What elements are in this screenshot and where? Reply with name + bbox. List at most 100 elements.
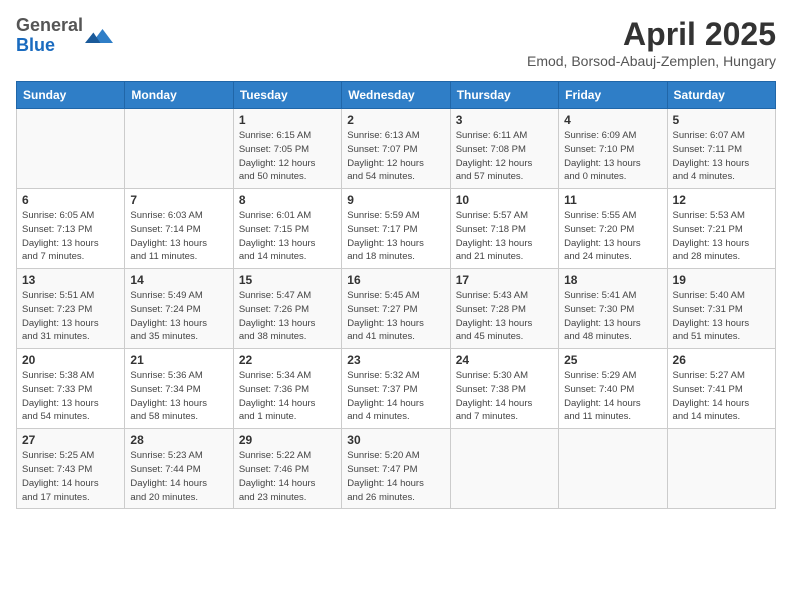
day-number: 8 bbox=[239, 193, 336, 207]
calendar-cell: 30 Sunrise: 5:20 AM Sunset: 7:47 PM Dayli… bbox=[342, 429, 450, 509]
title-block: April 2025 Emod, Borsod-Abauj-Zemplen, H… bbox=[527, 16, 776, 69]
day-info: Sunrise: 5:23 AM Sunset: 7:44 PM Dayligh… bbox=[130, 449, 227, 504]
header-wednesday: Wednesday bbox=[342, 82, 450, 109]
day-info: Sunrise: 5:30 AM Sunset: 7:38 PM Dayligh… bbox=[456, 369, 553, 424]
calendar-cell: 4 Sunrise: 6:09 AM Sunset: 7:10 PM Daylig… bbox=[559, 109, 667, 189]
header-monday: Monday bbox=[125, 82, 233, 109]
calendar-week-row: 1 Sunrise: 6:15 AM Sunset: 7:05 PM Daylig… bbox=[17, 109, 776, 189]
day-number: 6 bbox=[22, 193, 119, 207]
day-number: 26 bbox=[673, 353, 770, 367]
day-number: 30 bbox=[347, 433, 444, 447]
calendar-cell: 25 Sunrise: 5:29 AM Sunset: 7:40 PM Dayli… bbox=[559, 349, 667, 429]
day-info: Sunrise: 5:29 AM Sunset: 7:40 PM Dayligh… bbox=[564, 369, 661, 424]
calendar-cell bbox=[559, 429, 667, 509]
calendar-cell: 6Sunrise: 6:05 AM Sunset: 7:13 PM Daylig… bbox=[17, 189, 125, 269]
calendar-cell: 15Sunrise: 5:47 AM Sunset: 7:26 PM Dayli… bbox=[233, 269, 341, 349]
calendar-cell: 24 Sunrise: 5:30 AM Sunset: 7:38 PM Dayli… bbox=[450, 349, 558, 429]
day-info: Sunrise: 5:27 AM Sunset: 7:41 PM Dayligh… bbox=[673, 369, 770, 424]
day-info: Sunrise: 5:47 AM Sunset: 7:26 PM Dayligh… bbox=[239, 289, 336, 344]
calendar-week-row: 20 Sunrise: 5:38 AM Sunset: 7:33 PM Dayli… bbox=[17, 349, 776, 429]
day-info: Sunrise: 6:01 AM Sunset: 7:15 PM Dayligh… bbox=[239, 209, 336, 264]
day-info: Sunrise: 5:20 AM Sunset: 7:47 PM Dayligh… bbox=[347, 449, 444, 504]
calendar-cell: 7Sunrise: 6:03 AM Sunset: 7:14 PM Daylig… bbox=[125, 189, 233, 269]
logo-blue-text: Blue bbox=[16, 35, 55, 55]
logo: General Blue bbox=[16, 16, 113, 56]
calendar-cell: 29 Sunrise: 5:22 AM Sunset: 7:46 PM Dayli… bbox=[233, 429, 341, 509]
calendar-cell: 1 Sunrise: 6:15 AM Sunset: 7:05 PM Daylig… bbox=[233, 109, 341, 189]
calendar-cell: 10 Sunrise: 5:57 AM Sunset: 7:18 PM Dayli… bbox=[450, 189, 558, 269]
calendar-cell: 11Sunrise: 5:55 AM Sunset: 7:20 PM Dayli… bbox=[559, 189, 667, 269]
calendar-cell: 20 Sunrise: 5:38 AM Sunset: 7:33 PM Dayli… bbox=[17, 349, 125, 429]
calendar-cell: 3 Sunrise: 6:11 AM Sunset: 7:08 PM Daylig… bbox=[450, 109, 558, 189]
location-subtitle: Emod, Borsod-Abauj-Zemplen, Hungary bbox=[527, 53, 776, 69]
day-number: 21 bbox=[130, 353, 227, 367]
calendar-cell: 2 Sunrise: 6:13 AM Sunset: 7:07 PM Daylig… bbox=[342, 109, 450, 189]
day-info: Sunrise: 6:13 AM Sunset: 7:07 PM Dayligh… bbox=[347, 129, 444, 184]
day-number: 12 bbox=[673, 193, 770, 207]
calendar-cell: 18Sunrise: 5:41 AM Sunset: 7:30 PM Dayli… bbox=[559, 269, 667, 349]
day-info: Sunrise: 5:25 AM Sunset: 7:43 PM Dayligh… bbox=[22, 449, 119, 504]
day-info: Sunrise: 5:49 AM Sunset: 7:24 PM Dayligh… bbox=[130, 289, 227, 344]
day-number: 20 bbox=[22, 353, 119, 367]
calendar-cell: 8 Sunrise: 6:01 AM Sunset: 7:15 PM Daylig… bbox=[233, 189, 341, 269]
day-number: 19 bbox=[673, 273, 770, 287]
day-info: Sunrise: 5:57 AM Sunset: 7:18 PM Dayligh… bbox=[456, 209, 553, 264]
calendar-header-row: SundayMondayTuesdayWednesdayThursdayFrid… bbox=[17, 82, 776, 109]
logo-general-text: General bbox=[16, 15, 83, 35]
day-number: 2 bbox=[347, 113, 444, 127]
day-number: 13 bbox=[22, 273, 119, 287]
calendar-cell: 28 Sunrise: 5:23 AM Sunset: 7:44 PM Dayli… bbox=[125, 429, 233, 509]
day-number: 14 bbox=[130, 273, 227, 287]
day-number: 10 bbox=[456, 193, 553, 207]
day-number: 9 bbox=[347, 193, 444, 207]
day-info: Sunrise: 5:22 AM Sunset: 7:46 PM Dayligh… bbox=[239, 449, 336, 504]
calendar-cell: 14 Sunrise: 5:49 AM Sunset: 7:24 PM Dayli… bbox=[125, 269, 233, 349]
header-saturday: Saturday bbox=[667, 82, 775, 109]
day-info: Sunrise: 5:43 AM Sunset: 7:28 PM Dayligh… bbox=[456, 289, 553, 344]
day-info: Sunrise: 5:55 AM Sunset: 7:20 PM Dayligh… bbox=[564, 209, 661, 264]
day-info: Sunrise: 6:11 AM Sunset: 7:08 PM Dayligh… bbox=[456, 129, 553, 184]
day-number: 1 bbox=[239, 113, 336, 127]
calendar-cell: 21 Sunrise: 5:36 AM Sunset: 7:34 PM Dayli… bbox=[125, 349, 233, 429]
day-info: Sunrise: 5:36 AM Sunset: 7:34 PM Dayligh… bbox=[130, 369, 227, 424]
day-number: 3 bbox=[456, 113, 553, 127]
calendar-cell: 22 Sunrise: 5:34 AM Sunset: 7:36 PM Dayli… bbox=[233, 349, 341, 429]
day-number: 22 bbox=[239, 353, 336, 367]
day-number: 25 bbox=[564, 353, 661, 367]
calendar-cell: 17 Sunrise: 5:43 AM Sunset: 7:28 PM Dayli… bbox=[450, 269, 558, 349]
month-title: April 2025 bbox=[527, 16, 776, 53]
calendar-cell: 13Sunrise: 5:51 AM Sunset: 7:23 PM Dayli… bbox=[17, 269, 125, 349]
day-number: 29 bbox=[239, 433, 336, 447]
calendar-cell bbox=[667, 429, 775, 509]
day-info: Sunrise: 6:15 AM Sunset: 7:05 PM Dayligh… bbox=[239, 129, 336, 184]
calendar-cell: 23 Sunrise: 5:32 AM Sunset: 7:37 PM Dayli… bbox=[342, 349, 450, 429]
day-info: Sunrise: 5:59 AM Sunset: 7:17 PM Dayligh… bbox=[347, 209, 444, 264]
calendar-table: SundayMondayTuesdayWednesdayThursdayFrid… bbox=[16, 81, 776, 509]
calendar-cell: 9 Sunrise: 5:59 AM Sunset: 7:17 PM Daylig… bbox=[342, 189, 450, 269]
day-number: 23 bbox=[347, 353, 444, 367]
page-header: General Blue April 2025 Emod, Borsod-Aba… bbox=[16, 16, 776, 69]
calendar-week-row: 13Sunrise: 5:51 AM Sunset: 7:23 PM Dayli… bbox=[17, 269, 776, 349]
day-info: Sunrise: 5:38 AM Sunset: 7:33 PM Dayligh… bbox=[22, 369, 119, 424]
day-info: Sunrise: 6:09 AM Sunset: 7:10 PM Dayligh… bbox=[564, 129, 661, 184]
day-number: 16 bbox=[347, 273, 444, 287]
logo-icon bbox=[85, 22, 113, 50]
header-sunday: Sunday bbox=[17, 82, 125, 109]
day-number: 4 bbox=[564, 113, 661, 127]
day-number: 17 bbox=[456, 273, 553, 287]
day-number: 27 bbox=[22, 433, 119, 447]
day-info: Sunrise: 5:53 AM Sunset: 7:21 PM Dayligh… bbox=[673, 209, 770, 264]
calendar-cell: 27 Sunrise: 5:25 AM Sunset: 7:43 PM Dayli… bbox=[17, 429, 125, 509]
calendar-cell bbox=[125, 109, 233, 189]
calendar-cell: 12 Sunrise: 5:53 AM Sunset: 7:21 PM Dayli… bbox=[667, 189, 775, 269]
day-info: Sunrise: 6:07 AM Sunset: 7:11 PM Dayligh… bbox=[673, 129, 770, 184]
day-number: 5 bbox=[673, 113, 770, 127]
day-number: 28 bbox=[130, 433, 227, 447]
day-info: Sunrise: 5:34 AM Sunset: 7:36 PM Dayligh… bbox=[239, 369, 336, 424]
calendar-cell bbox=[17, 109, 125, 189]
day-number: 18 bbox=[564, 273, 661, 287]
day-info: Sunrise: 5:32 AM Sunset: 7:37 PM Dayligh… bbox=[347, 369, 444, 424]
calendar-cell: 5 Sunrise: 6:07 AM Sunset: 7:11 PM Daylig… bbox=[667, 109, 775, 189]
calendar-cell bbox=[450, 429, 558, 509]
day-number: 24 bbox=[456, 353, 553, 367]
